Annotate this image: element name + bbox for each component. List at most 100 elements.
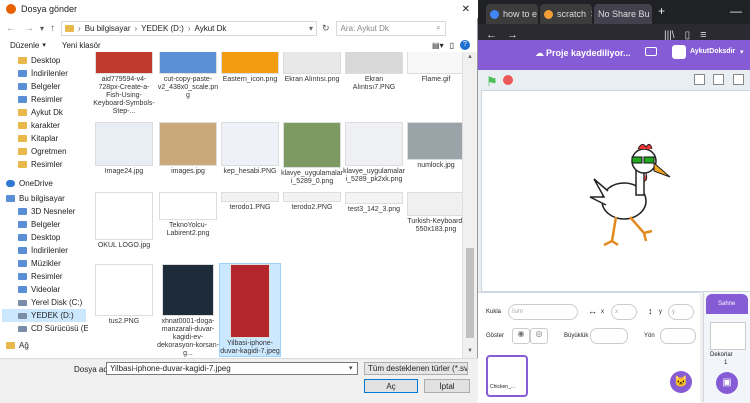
small-stage-icon[interactable] bbox=[694, 74, 705, 85]
search-box[interactable]: Ara: Aykut Dk ⌕ bbox=[335, 20, 446, 36]
nav-item[interactable]: karakter bbox=[18, 119, 60, 132]
chevron-down-icon[interactable]: ▾ bbox=[309, 24, 313, 33]
nav-item[interactable]: Aykut Dk bbox=[18, 106, 63, 119]
sprite-name-input[interactable]: İsim bbox=[508, 304, 578, 320]
chicken-sprite[interactable] bbox=[586, 141, 674, 251]
browser-tab-scratch[interactable]: scratch ✕ bbox=[540, 4, 592, 24]
file-item[interactable]: Ekran Alıntısı.png bbox=[282, 52, 342, 84]
stage[interactable] bbox=[481, 90, 750, 292]
file-item[interactable]: OKUL LOGO.jpg bbox=[94, 192, 154, 250]
fullscreen-icon[interactable] bbox=[733, 74, 744, 85]
add-sprite-button[interactable]: 🐱 bbox=[670, 371, 692, 393]
direction-input[interactable] bbox=[660, 328, 696, 344]
file-item[interactable]: Eastern_icon.png bbox=[220, 52, 280, 84]
scroll-down-icon[interactable]: ▼ bbox=[467, 348, 473, 354]
file-item[interactable]: cut-copy-paste-v2_438x0_scale.png bbox=[158, 52, 218, 100]
nav-item[interactable]: Müzikler bbox=[18, 257, 61, 270]
username[interactable]: AykutDoksdir bbox=[690, 48, 735, 55]
file-item[interactable]: klavye_uygulamalari_5289_0.png bbox=[281, 122, 343, 186]
file-item[interactable]: TeknoYolcu-Labirent2.png bbox=[158, 192, 218, 238]
file-item[interactable]: tus2.PNG bbox=[94, 264, 154, 326]
chevron-down-icon[interactable]: ▾ bbox=[349, 364, 353, 372]
large-stage-icon[interactable] bbox=[713, 74, 724, 85]
view-options-icon[interactable]: ▤▾ bbox=[432, 41, 444, 50]
nav-item[interactable]: Videolar bbox=[18, 283, 60, 296]
nav-item[interactable]: YEDEK (D:) bbox=[2, 309, 86, 322]
scroll-thumb[interactable] bbox=[466, 248, 474, 338]
size-input[interactable] bbox=[590, 328, 628, 344]
preview-pane-icon[interactable]: ▯ bbox=[450, 41, 454, 50]
cancel-button[interactable]: İptal bbox=[424, 379, 470, 393]
minimize-button[interactable]: — bbox=[730, 4, 742, 18]
nav-item[interactable]: Resimler bbox=[18, 93, 63, 106]
nav-item[interactable]: Yerel Disk (C:) bbox=[18, 296, 82, 309]
back-arrow-icon[interactable]: ← bbox=[6, 23, 16, 34]
nav-item[interactable]: İndirilenler bbox=[18, 67, 68, 80]
hide-eye-icon[interactable]: ◎ bbox=[530, 328, 548, 344]
nav-item[interactable]: Bu bilgisayar bbox=[6, 192, 65, 205]
nav-item[interactable]: Desktop bbox=[18, 54, 60, 67]
nav-item[interactable]: Belgeler bbox=[18, 218, 60, 231]
up-arrow-icon[interactable]: ↑ bbox=[50, 23, 55, 34]
new-tab-button[interactable]: + bbox=[658, 4, 665, 18]
file-item[interactable]: klavye_uygulamalari_5289_pk2xk.png bbox=[343, 122, 405, 184]
breadcrumb[interactable]: › Bu bilgisayar › YEDEK (D:) › Aykut Dk … bbox=[61, 20, 318, 36]
close-dialog-button[interactable]: ✕ bbox=[462, 4, 470, 15]
stop-icon[interactable] bbox=[503, 75, 513, 85]
file-item[interactable]: test3_142_3.png bbox=[344, 192, 404, 214]
help-icon[interactable]: ? bbox=[460, 40, 470, 50]
scrollbar[interactable]: ▲ ▼ bbox=[462, 52, 477, 358]
search-input[interactable]: Ara: Aykut Dk bbox=[341, 24, 389, 33]
file-item[interactable]: xhnat0001-doga-manzarali-duvar-kagidi-ev… bbox=[157, 264, 219, 358]
file-item[interactable]: Yilbasi-iphone-duvar-kagidi-7.jpeg bbox=[219, 263, 281, 357]
nav-item[interactable]: Ogretmen bbox=[18, 145, 67, 158]
file-item[interactable]: terodo2.PNG bbox=[282, 192, 342, 212]
library-icon[interactable]: |||\ bbox=[664, 30, 675, 41]
avatar[interactable] bbox=[672, 45, 686, 59]
file-item[interactable]: terodo1.PNG bbox=[220, 192, 280, 212]
show-eye-icon[interactable]: ◉ bbox=[512, 328, 530, 344]
sprite-thumbnail[interactable]: Chicken_... bbox=[486, 355, 528, 397]
file-item[interactable]: aid779594-v4-728px-Create-a-Fish-Using-K… bbox=[93, 52, 155, 116]
file-item[interactable]: Ekran Alıntısı7.PNG bbox=[344, 52, 404, 92]
nav-item[interactable]: 3D Nesneler bbox=[18, 205, 75, 218]
nav-item[interactable]: OneDrive bbox=[6, 177, 53, 190]
nav-item[interactable]: İndirilenler bbox=[18, 244, 68, 257]
nav-item[interactable]: Kitaplar bbox=[18, 132, 58, 145]
x-input[interactable]: x bbox=[611, 304, 637, 320]
my-stuff-folder-icon[interactable] bbox=[645, 47, 657, 56]
nav-item[interactable]: Resimler bbox=[18, 270, 63, 283]
browser-tab-how-to[interactable]: how to e ✕ bbox=[486, 4, 538, 24]
breadcrumb-this-pc[interactable]: Bu bilgisayar bbox=[85, 24, 131, 33]
file-item[interactable]: Flame.gif bbox=[406, 52, 462, 84]
filetype-select[interactable]: Tüm desteklenen türler (*.svg;* bbox=[364, 362, 468, 375]
file-item[interactable]: numlock.jpg bbox=[406, 122, 462, 170]
chevron-down-icon[interactable]: ▾ bbox=[42, 41, 46, 49]
refresh-icon[interactable]: ↻ bbox=[322, 23, 330, 34]
new-folder-button[interactable]: Yeni klasör bbox=[62, 41, 101, 50]
green-flag-icon[interactable]: ⚑ bbox=[486, 74, 498, 90]
backdrop-thumbnail[interactable] bbox=[710, 322, 746, 350]
close-tab-icon[interactable]: ✕ bbox=[590, 9, 592, 20]
nav-item[interactable]: CD Sürücüsü (E:) bbox=[18, 322, 88, 335]
breadcrumb-aykut-dk[interactable]: Aykut Dk bbox=[195, 24, 227, 33]
file-item[interactable]: Turkish-Keyboard-550x183.png bbox=[406, 192, 462, 234]
browser-tab-no-share[interactable]: No Share Bu ✕ bbox=[594, 4, 652, 24]
add-backdrop-button[interactable]: ▣ bbox=[716, 372, 738, 394]
open-button[interactable]: Aç bbox=[364, 379, 418, 393]
file-item[interactable]: Image24.jpg bbox=[94, 122, 154, 176]
recent-dropdown-icon[interactable]: ▾ bbox=[40, 24, 44, 33]
nav-item[interactable]: Belgeler bbox=[18, 80, 60, 93]
organize-menu[interactable]: Düzenle bbox=[10, 41, 39, 50]
sidebar-icon[interactable]: ▯ bbox=[685, 30, 691, 41]
nav-item[interactable]: Desktop bbox=[18, 231, 60, 244]
breadcrumb-yedek[interactable]: YEDEK (D:) bbox=[141, 24, 184, 33]
filename-input[interactable]: Yilbasi-iphone-duvar-kagidi-7.jpeg bbox=[106, 362, 358, 375]
scroll-up-icon[interactable]: ▲ bbox=[467, 54, 473, 60]
forward-arrow-icon[interactable]: → bbox=[24, 23, 34, 34]
chevron-down-icon[interactable]: ▾ bbox=[740, 48, 744, 56]
nav-item[interactable]: Ağ bbox=[6, 339, 29, 352]
file-item[interactable]: images.jpg bbox=[158, 122, 218, 176]
nav-item[interactable]: Resimler bbox=[18, 158, 63, 171]
y-input[interactable]: y bbox=[668, 304, 694, 320]
